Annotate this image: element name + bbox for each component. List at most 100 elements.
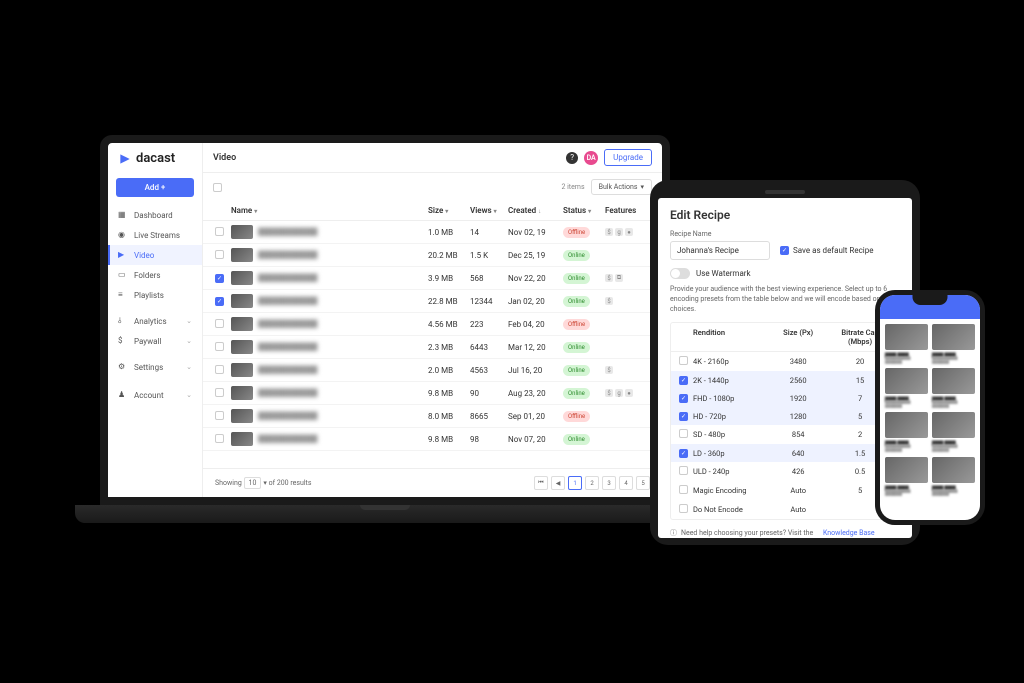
rendition-row[interactable]: ULD - 240p4260.5 [671,462,899,481]
dashboard-icon: ▦ [118,210,128,220]
chevron-down-icon: ⌄ [186,337,192,345]
cell-views: 568 [470,274,508,283]
rendition-checkbox[interactable]: ✓ [679,394,688,403]
cell-size: 20.2 MB [428,251,470,260]
row-checkbox[interactable] [215,250,224,259]
help-icon[interactable]: ? [566,152,578,164]
cell-views: 4563 [470,366,508,375]
table-row[interactable]: ████████████ 9.8 MB 90 Aug 23, 20 Online… [203,382,662,405]
upgrade-button[interactable]: Upgrade [604,149,652,166]
phone-card[interactable]: ████ ████████████████████████ [932,324,975,364]
table-row[interactable]: ████████████ 1.0 MB 14 Nov 02, 19 Offlin… [203,221,662,244]
knowledge-base-link[interactable]: Knowledge Base [823,529,875,537]
rendition-row[interactable]: 4K - 2160p348020 [671,352,899,371]
video-title: ████████████ [258,435,318,443]
brand-logo: dacast [108,143,202,174]
sidebar-item-playlists[interactable]: ≡Playlists [108,285,202,305]
column-created[interactable]: Created↓ [508,206,563,215]
phone-card[interactable]: ████ ████████████████████████ [885,368,928,408]
video-title: ████████████ [258,343,318,351]
video-thumbnail [231,386,253,400]
pagination-page[interactable]: 5 [636,476,650,490]
sidebar-item-settings[interactable]: ⚙Settings⌄ [108,357,202,377]
sidebar-item-video[interactable]: ▶Video [108,245,202,265]
sidebar-item-account[interactable]: ♟Account⌄ [108,385,202,405]
table-row[interactable]: ████████████ 2.3 MB 6443 Mar 12, 20 Onli… [203,336,662,359]
rendition-row[interactable]: Magic EncodingAuto5 [671,481,899,500]
select-all-checkbox[interactable] [213,183,222,192]
phone-card[interactable]: ████ ████████████████████████ [932,412,975,452]
feature-icon: $ [605,389,613,397]
rendition-row[interactable]: SD - 480p8542 [671,425,899,444]
rendition-row[interactable]: Do Not EncodeAuto [671,500,899,519]
recipe-name-input[interactable]: Johanna's Recipe [670,241,770,260]
column-name[interactable]: Name▾ [231,206,428,215]
pagination-page[interactable]: 1 [568,476,582,490]
watermark-toggle[interactable] [670,268,690,279]
pagination-page[interactable]: 4 [619,476,633,490]
sidebar-item-paywall[interactable]: $Paywall⌄ [108,331,202,351]
table-row[interactable]: ████████████ 2.0 MB 4563 Jul 16, 20 Onli… [203,359,662,382]
pagination-page[interactable]: 3 [602,476,616,490]
row-checkbox[interactable] [215,319,224,328]
cell-created: Jan 02, 20 [508,297,563,306]
chevron-down-icon: ▾ [640,183,644,191]
row-checkbox[interactable]: ✓ [215,274,224,283]
row-checkbox[interactable] [215,434,224,443]
rendition-checkbox[interactable]: ✓ [679,412,688,421]
rendition-checkbox[interactable] [679,504,688,513]
row-checkbox[interactable] [215,342,224,351]
rendition-checkbox[interactable] [679,356,688,365]
add-button[interactable]: Add + [116,178,194,197]
rendition-checkbox[interactable]: ✓ [679,376,688,385]
column-status[interactable]: Status▾ [563,206,605,215]
table-row[interactable]: ✓ ████████████ 22.8 MB 12344 Jan 02, 20 … [203,290,662,313]
sidebar-item-dashboard[interactable]: ▦Dashboard [108,205,202,225]
avatar[interactable]: DA [584,151,598,165]
rendition-checkbox[interactable] [679,485,688,494]
cell-views: 6443 [470,343,508,352]
rendition-checkbox[interactable]: ✓ [679,449,688,458]
rendition-row[interactable]: ✓LD - 360p6401.5 [671,444,899,462]
per-page-select[interactable]: 10 [244,477,262,489]
card-thumbnail [885,368,928,394]
sidebar-item-live-streams[interactable]: ◉Live Streams [108,225,202,245]
table-row[interactable]: ████████████ 9.8 MB 98 Nov 07, 20 Online [203,428,662,451]
phone-card[interactable]: ████ ████████████████████████ [885,324,928,364]
bulk-actions-dropdown[interactable]: Bulk Actions▾ [591,179,652,195]
table-row[interactable]: ✓ ████████████ 3.9 MB 568 Nov 22, 20 Onl… [203,267,662,290]
video-thumbnail [231,409,253,423]
table-row[interactable]: ████████████ 4.56 MB 223 Feb 04, 20 Offl… [203,313,662,336]
video-title: ████████████ [258,297,318,305]
pagination-prev[interactable]: ⏮ [534,476,548,490]
rendition-row[interactable]: ✓2K - 1440p256015 [671,371,899,389]
row-checkbox[interactable] [215,411,224,420]
card-thumbnail [932,368,975,394]
pagination-prev[interactable]: ◀ [551,476,565,490]
column-size[interactable]: Size▾ [428,206,470,215]
rendition-row[interactable]: ✓HD - 720p12805 [671,407,899,425]
sidebar-item-folders[interactable]: ▭Folders [108,265,202,285]
phone-card[interactable]: ████ ████████████████████████ [885,457,928,497]
rendition-row[interactable]: ✓FHD - 1080p19207 [671,389,899,407]
row-checkbox[interactable] [215,227,224,236]
rendition-checkbox[interactable] [679,429,688,438]
pagination-page[interactable]: 2 [585,476,599,490]
phone-card[interactable]: ████ ████████████████████████ [932,457,975,497]
table-row[interactable]: ████████████ 8.0 MB 8665 Sep 01, 20 Offl… [203,405,662,428]
table-row[interactable]: ████████████ 20.2 MB 1.5 K Dec 25, 19 On… [203,244,662,267]
save-default-checkbox[interactable]: ✓ [780,246,789,255]
cell-size: 2.0 MB [428,366,470,375]
phone-card[interactable]: ████ ████████████████████████ [885,412,928,452]
row-checkbox[interactable] [215,388,224,397]
row-checkbox[interactable] [215,365,224,374]
status-badge: Online [563,365,590,376]
rendition-checkbox[interactable] [679,466,688,475]
column-views[interactable]: Views▾ [470,206,508,215]
row-checkbox[interactable]: ✓ [215,297,224,306]
col-rendition: Rendition [693,328,767,346]
topbar: Video ? DA Upgrade [203,143,662,173]
phone-card[interactable]: ████ ████████████████████████ [932,368,975,408]
video-thumbnail [231,340,253,354]
sidebar-item-analytics[interactable]: ⫰Analytics⌄ [108,311,202,331]
